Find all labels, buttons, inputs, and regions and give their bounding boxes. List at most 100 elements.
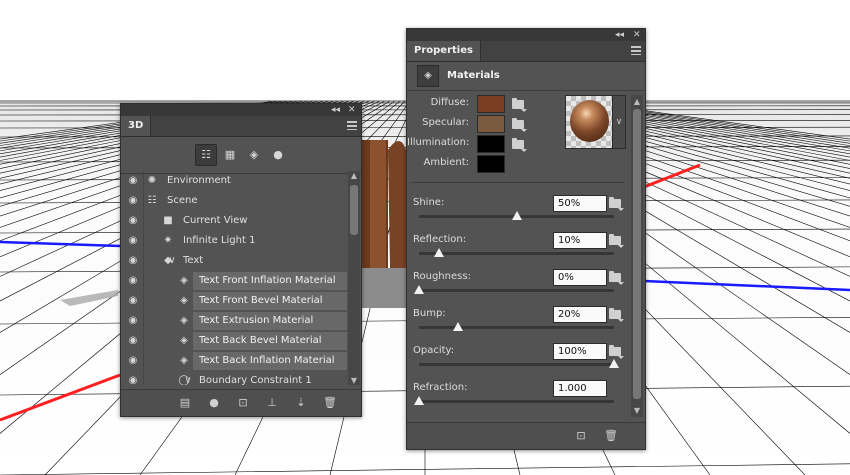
visibility-eye-icon[interactable]: ◉ bbox=[125, 271, 141, 291]
texture-folder-icon[interactable] bbox=[609, 271, 621, 282]
panel-titlebar[interactable]: ◂◂ ✕ bbox=[121, 104, 361, 116]
row-divider bbox=[143, 291, 144, 311]
layer-row[interactable]: ◉ ◈ Text Extrusion Material bbox=[121, 311, 347, 331]
scroll-down-icon[interactable]: ▼ bbox=[631, 406, 643, 415]
drop-to-ground-icon[interactable]: ⊥ bbox=[264, 395, 280, 411]
tab-3d[interactable]: 3D bbox=[121, 116, 152, 136]
layer-list-scrollbar[interactable]: ▲ ▼ bbox=[348, 171, 360, 385]
texture-menu-chevron-icon[interactable] bbox=[521, 109, 527, 112]
texture-folder-icon[interactable] bbox=[512, 138, 524, 149]
layer-row[interactable]: ◉ ✷ Infinite Light 1 bbox=[121, 231, 347, 251]
slider-knob[interactable] bbox=[434, 248, 444, 257]
scroll-down-icon[interactable]: ▼ bbox=[348, 376, 360, 385]
slider-track[interactable] bbox=[419, 359, 619, 368]
new-light-icon[interactable]: ● bbox=[206, 395, 222, 411]
scroll-thumb[interactable] bbox=[350, 185, 358, 235]
texture-folder-icon[interactable] bbox=[609, 308, 621, 319]
scroll-up-icon[interactable]: ▲ bbox=[631, 97, 643, 106]
panel-menu-icon[interactable] bbox=[631, 46, 641, 55]
close-icon[interactable]: ✕ bbox=[348, 104, 356, 116]
panel-titlebar[interactable]: ◂◂ ✕ bbox=[407, 29, 645, 41]
visibility-eye-icon[interactable]: ◉ bbox=[125, 291, 141, 311]
slider-track[interactable] bbox=[419, 322, 614, 331]
slider-knob[interactable] bbox=[414, 285, 424, 294]
panel-bottom-toolbar: ▤ ● ⊡ ⊥ ⇣ 🗑 bbox=[121, 389, 361, 416]
slider-track[interactable] bbox=[414, 396, 614, 405]
delete-icon[interactable]: 🗑 bbox=[322, 395, 338, 411]
slider-value-input[interactable]: 0% bbox=[553, 269, 607, 286]
scene-filter-icon[interactable]: ☷ bbox=[195, 144, 217, 166]
layer-label: Boundary Constraint 1 bbox=[199, 375, 312, 385]
slider-knob[interactable] bbox=[609, 359, 619, 368]
layer-row[interactable]: ◉ ✺ Environment bbox=[121, 171, 347, 191]
visibility-eye-icon[interactable]: ◉ bbox=[125, 231, 141, 251]
slider-knob[interactable] bbox=[414, 396, 424, 405]
material-picker-dropdown-icon[interactable]: ∨ bbox=[612, 95, 626, 149]
collapse-icon[interactable]: ◂◂ bbox=[331, 104, 340, 116]
texture-menu-chevron-icon[interactable] bbox=[521, 149, 527, 152]
tab-properties[interactable]: Properties bbox=[407, 41, 481, 61]
scroll-thumb[interactable] bbox=[633, 109, 641, 399]
visibility-eye-icon[interactable]: ◉ bbox=[125, 351, 141, 371]
slider-knob[interactable] bbox=[453, 322, 463, 331]
color-swatch[interactable] bbox=[477, 95, 505, 113]
material-filter-icon[interactable]: ◈ bbox=[243, 144, 265, 166]
layer-row[interactable]: ◉ ■ Current View bbox=[121, 211, 347, 231]
texture-menu-chevron-icon[interactable] bbox=[618, 208, 624, 211]
properties-scrollbar[interactable]: ▲ ▼ bbox=[631, 95, 643, 417]
material-icon: ◈ bbox=[180, 275, 188, 286]
visibility-eye-icon[interactable]: ◉ bbox=[125, 191, 141, 211]
texture-menu-chevron-icon[interactable] bbox=[618, 245, 624, 248]
close-icon[interactable]: ✕ bbox=[633, 29, 641, 41]
slider-value-input[interactable]: 1.000 bbox=[553, 380, 607, 397]
panel-menu-icon[interactable] bbox=[347, 121, 357, 130]
slider-knob[interactable] bbox=[512, 211, 522, 220]
slider-value-input[interactable]: 50% bbox=[553, 195, 607, 212]
texture-menu-chevron-icon[interactable] bbox=[618, 282, 624, 285]
material-sphere-preview bbox=[570, 100, 609, 142]
mesh-filter-icon[interactable]: ▦ bbox=[219, 144, 241, 166]
slider-value-input[interactable]: 20% bbox=[553, 306, 607, 323]
layer-row[interactable]: ◉ ☷ Scene bbox=[121, 191, 347, 211]
visibility-eye-icon[interactable]: ◉ bbox=[125, 251, 141, 271]
visibility-eye-icon[interactable]: ◉ bbox=[125, 311, 141, 331]
add-material-icon[interactable]: ⊡ bbox=[235, 395, 251, 411]
collapse-icon[interactable]: ◂◂ bbox=[615, 29, 624, 41]
color-swatch[interactable] bbox=[477, 115, 505, 133]
scroll-up-icon[interactable]: ▲ bbox=[348, 171, 360, 180]
texture-folder-icon[interactable] bbox=[512, 118, 524, 129]
texture-menu-chevron-icon[interactable] bbox=[521, 129, 527, 132]
texture-folder-icon[interactable] bbox=[609, 197, 621, 208]
color-swatch[interactable] bbox=[477, 155, 505, 173]
texture-folder-icon[interactable] bbox=[609, 234, 621, 245]
visibility-eye-icon[interactable]: ◉ bbox=[125, 371, 141, 385]
slider-value-input[interactable]: 100% bbox=[553, 343, 607, 360]
materials-header: ◈ Materials bbox=[407, 62, 645, 91]
slider-track[interactable] bbox=[414, 285, 614, 294]
sun-icon: ✷ bbox=[163, 235, 173, 246]
layer-row[interactable]: ◉ ◈ Text Front Bevel Material bbox=[121, 291, 347, 311]
render-icon[interactable]: ⇣ bbox=[293, 395, 309, 411]
delete-icon[interactable]: 🗑 bbox=[603, 428, 619, 444]
slider-track[interactable] bbox=[419, 211, 614, 220]
light-filter-icon[interactable]: ● bbox=[267, 144, 289, 166]
new-mesh-icon[interactable]: ▤ bbox=[177, 395, 193, 411]
texture-menu-chevron-icon[interactable] bbox=[618, 319, 624, 322]
visibility-eye-icon[interactable]: ◉ bbox=[125, 331, 141, 351]
panel-bottom-toolbar: ⊡ 🗑 bbox=[407, 422, 645, 449]
visibility-eye-icon[interactable]: ◉ bbox=[125, 211, 141, 231]
texture-folder-icon[interactable] bbox=[512, 98, 524, 109]
layer-row[interactable]: ◉ ◈ Text Back Inflation Material bbox=[121, 351, 347, 371]
layer-row[interactable]: ◉ ◈ Text Back Bevel Material bbox=[121, 331, 347, 351]
slider-track[interactable] bbox=[419, 248, 614, 257]
layer-row[interactable]: ◉ ∨ ◯ Boundary Constraint 1 bbox=[121, 371, 347, 385]
texture-folder-icon[interactable] bbox=[609, 345, 621, 356]
visibility-eye-icon[interactable]: ◉ bbox=[125, 171, 141, 191]
layer-row[interactable]: ◉ ◈ Text Front Inflation Material bbox=[121, 271, 347, 291]
color-swatch[interactable] bbox=[477, 135, 505, 153]
material-preview[interactable] bbox=[565, 95, 614, 149]
slider-value-input[interactable]: 10% bbox=[553, 232, 607, 249]
new-material-icon[interactable]: ⊡ bbox=[573, 428, 589, 444]
layer-row[interactable]: ◉ ∨ ◆ Text bbox=[121, 251, 347, 271]
environment-icon: ✺ bbox=[147, 175, 157, 186]
